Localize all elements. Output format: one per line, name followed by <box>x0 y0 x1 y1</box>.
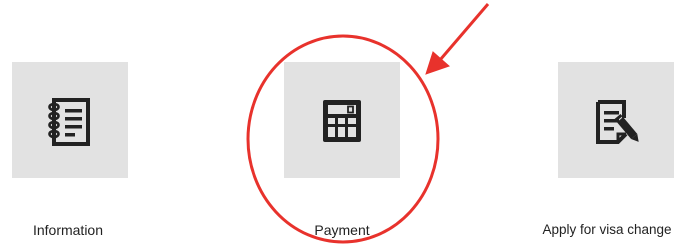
payment-tile[interactable] <box>284 62 400 178</box>
annotation-arrow <box>425 3 490 75</box>
payment-label[interactable]: Payment <box>282 222 402 238</box>
visa-change-label[interactable]: Apply for visa change <box>536 222 678 237</box>
information-label[interactable]: Information <box>8 222 128 238</box>
notebook-icon <box>48 98 90 146</box>
document-edit-icon <box>596 100 639 144</box>
visa-change-tile[interactable] <box>558 62 674 178</box>
calculator-icon <box>323 100 361 142</box>
information-tile[interactable] <box>12 62 128 178</box>
